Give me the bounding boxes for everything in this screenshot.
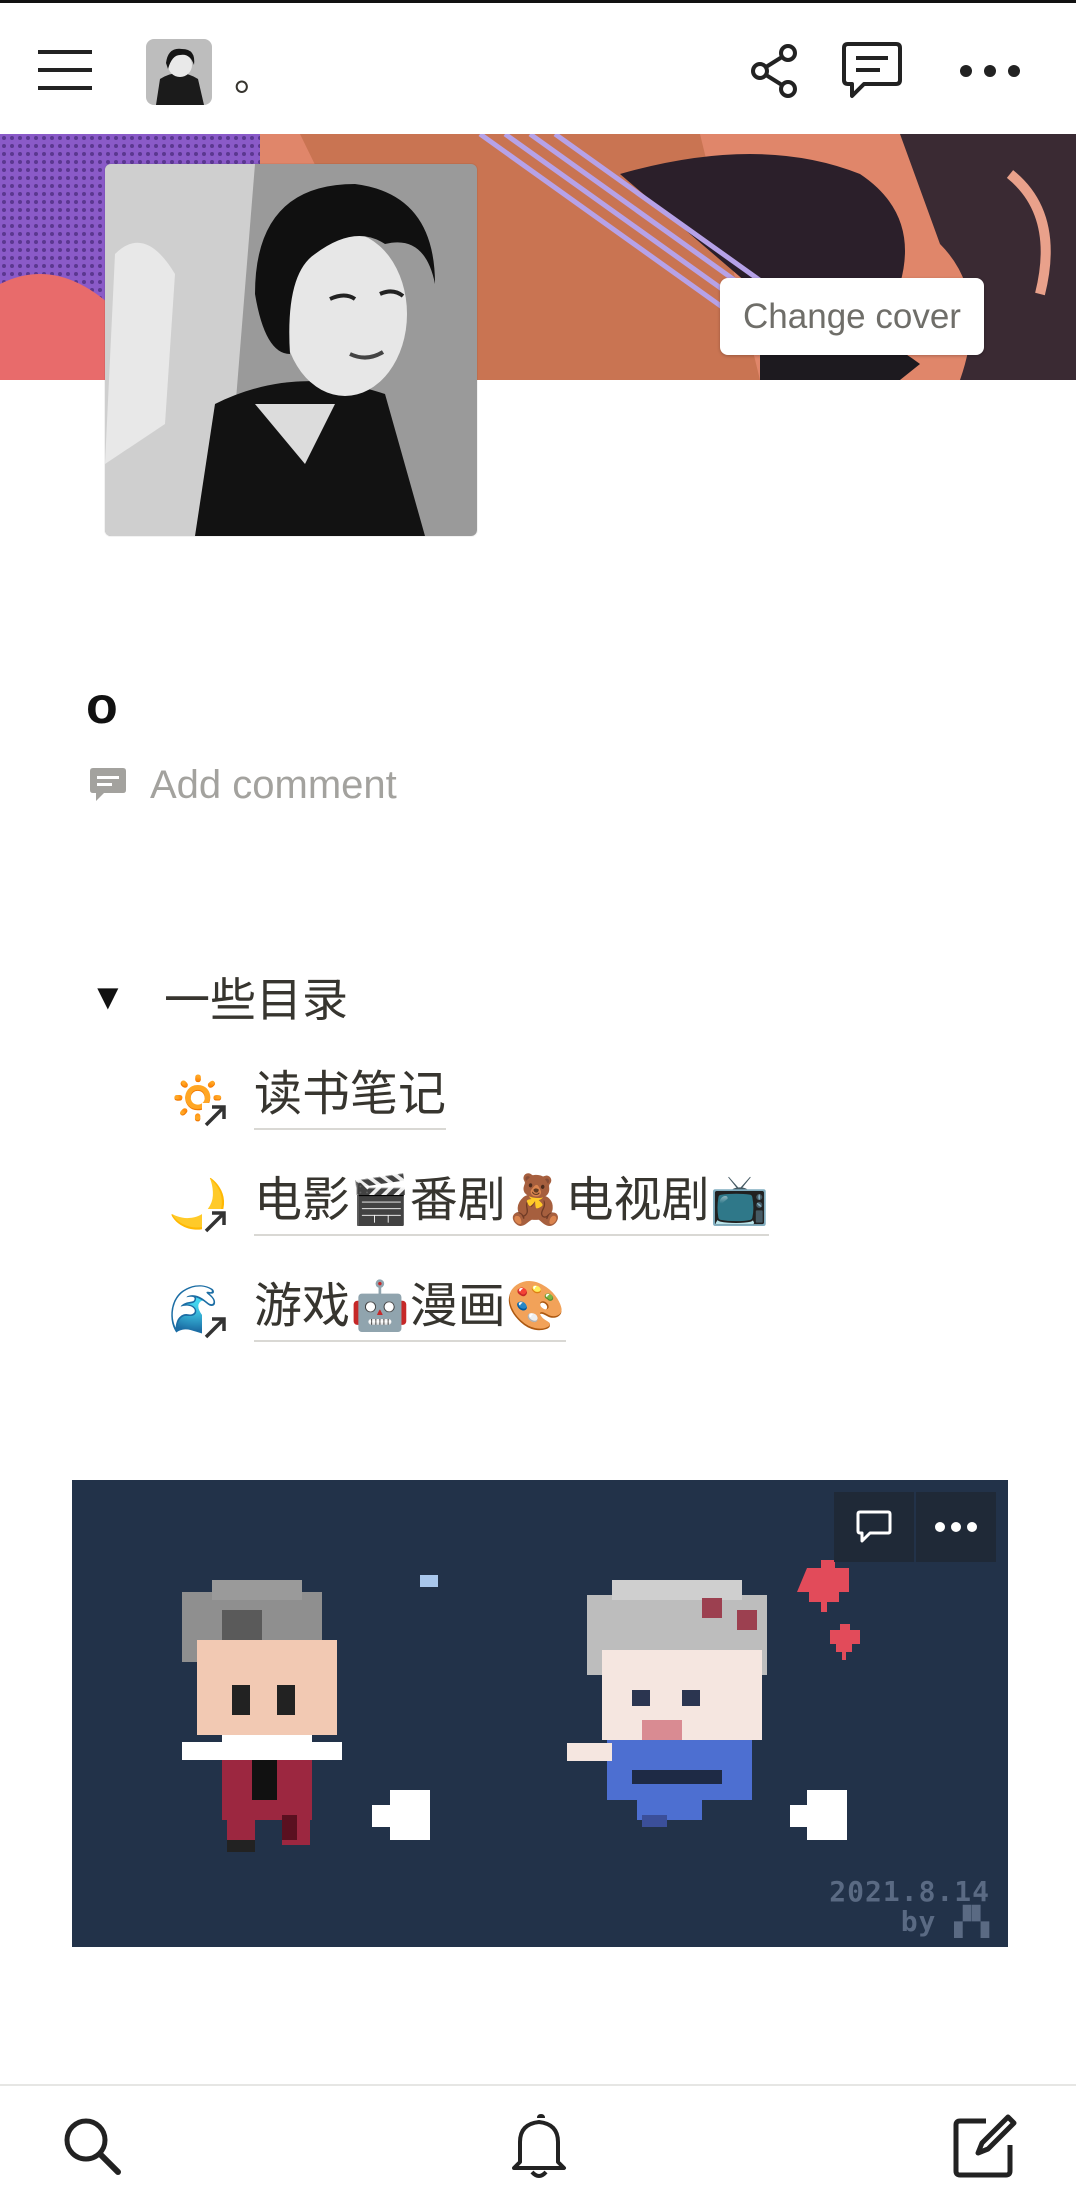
embed-toolbar: [834, 1492, 996, 1562]
comment-icon: [856, 1510, 892, 1543]
page-link-text[interactable]: 游戏🤖漫画🎨: [254, 1278, 566, 1342]
sun-emoji-icon: 🔅: [168, 1067, 230, 1129]
page-link-text[interactable]: 读书笔记: [254, 1066, 447, 1130]
wave-emoji-icon: 🌊: [168, 1279, 230, 1341]
add-comment-button[interactable]: Add comment: [88, 758, 397, 812]
moon-emoji-icon: 🌙: [168, 1173, 230, 1235]
compose-icon: [953, 2114, 1017, 2178]
menu-button[interactable]: [30, 37, 100, 103]
page-title[interactable]: o: [86, 680, 118, 732]
comment-icon: [90, 768, 126, 801]
comments-button[interactable]: [836, 37, 908, 105]
link-arrow-icon: [202, 1103, 228, 1129]
link-arrow-icon: [202, 1209, 228, 1235]
new-page-button[interactable]: [944, 2108, 1026, 2184]
more-button[interactable]: [950, 43, 1030, 99]
page-link-item[interactable]: 🌊 游戏🤖漫画🎨: [168, 1278, 566, 1342]
watermark-signature: by ▞▚: [900, 1905, 990, 1938]
search-icon: [64, 2118, 121, 2175]
page-link-item[interactable]: 🔅 读书笔记: [168, 1066, 447, 1130]
embedded-image[interactable]: 2021.8.14 by ▞▚: [72, 1480, 1008, 1947]
embed-comment-button[interactable]: [834, 1492, 914, 1562]
menu-icon: [38, 50, 92, 90]
toggle-triangle-icon[interactable]: ▼: [90, 976, 140, 1018]
toggle-label: 一些目录: [164, 974, 348, 1026]
share-button[interactable]: [740, 37, 808, 105]
link-arrow-icon: [202, 1315, 228, 1341]
share-icon: [751, 44, 797, 98]
notifications-button[interactable]: [498, 2108, 580, 2184]
comments-icon: [842, 42, 902, 98]
bell-icon: [512, 2114, 566, 2178]
search-button[interactable]: [52, 2110, 132, 2182]
toggle-block[interactable]: ▼ 一些目录: [90, 964, 348, 1030]
watermark-date: 2021.8.14: [829, 1875, 990, 1908]
embed-more-button[interactable]: [916, 1492, 996, 1562]
page-icon-image[interactable]: [105, 164, 477, 536]
page-link-text[interactable]: 电影🎬番剧🧸电视剧📺: [254, 1172, 770, 1236]
change-cover-button[interactable]: Change cover: [720, 278, 984, 355]
page-link-item[interactable]: 🌙 电影🎬番剧🧸电视剧📺: [168, 1172, 770, 1236]
top-bar: 。: [0, 0, 1076, 134]
image-watermark: 2021.8.14 by ▞▚: [829, 1877, 990, 1937]
more-icon: [960, 65, 1020, 77]
bottom-bar: [0, 2084, 1076, 2187]
page-title-small[interactable]: 。: [234, 57, 274, 97]
more-icon: [935, 1522, 977, 1532]
add-comment-label: Add comment: [150, 762, 397, 807]
page-icon-small[interactable]: [146, 39, 212, 105]
